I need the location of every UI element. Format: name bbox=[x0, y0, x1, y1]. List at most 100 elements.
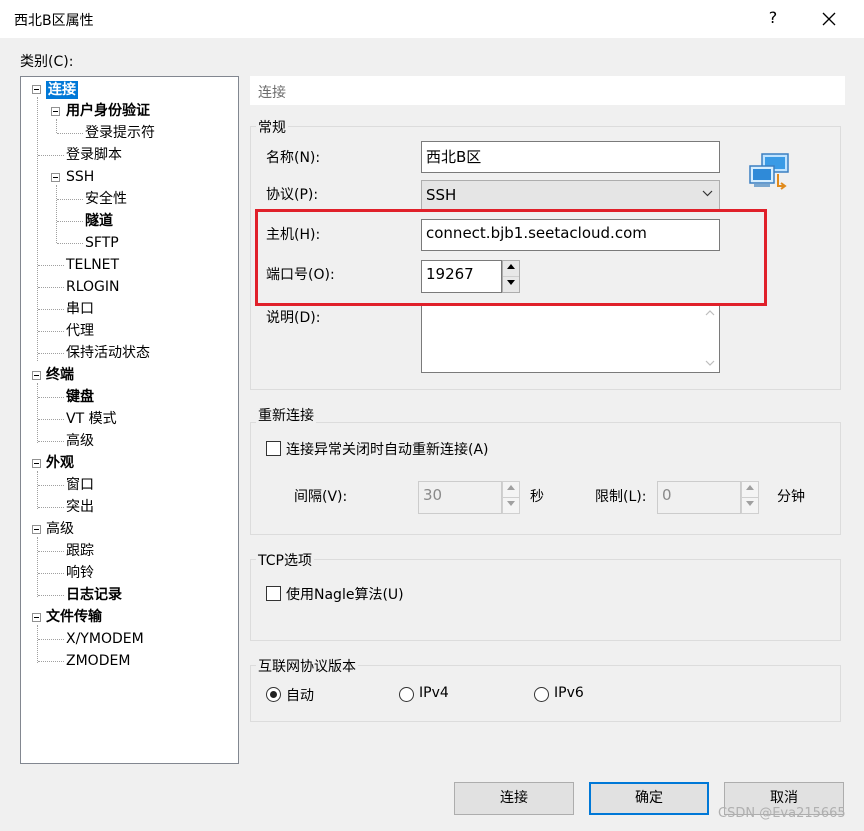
collapse-icon[interactable] bbox=[32, 525, 41, 534]
radio-ipv6[interactable] bbox=[534, 687, 549, 702]
tree-line bbox=[38, 309, 64, 310]
tree-item-bell[interactable]: 响铃 bbox=[66, 564, 94, 582]
tree-item-keyboard[interactable]: 键盘 bbox=[66, 388, 94, 406]
chevron-down-icon bbox=[705, 360, 715, 366]
tree-item-logging[interactable]: 日志记录 bbox=[66, 586, 122, 604]
tree-line bbox=[38, 353, 64, 354]
title-bar: 西北B区属性 ? bbox=[0, 0, 864, 38]
tree-item-appearance[interactable]: 外观 bbox=[46, 454, 74, 472]
tree-line bbox=[38, 265, 64, 266]
auto-reconnect-label: 连接异常关闭时自动重新连接(A) bbox=[286, 442, 489, 458]
collapse-icon[interactable] bbox=[32, 371, 41, 380]
spin-up-button[interactable] bbox=[742, 482, 758, 498]
protocol-label: 协议(P): bbox=[266, 187, 319, 203]
tree-line bbox=[38, 397, 64, 398]
radio-ipv4-label: IPv4 bbox=[419, 685, 449, 701]
tree-line bbox=[37, 383, 38, 443]
tree-item-login-script[interactable]: 登录脚本 bbox=[66, 146, 122, 164]
spin-down-button[interactable] bbox=[742, 498, 758, 514]
tree-item-zmodem[interactable]: ZMODEM bbox=[66, 652, 130, 670]
nagle-label: 使用Nagle算法(U) bbox=[286, 587, 404, 603]
tree-line bbox=[57, 221, 83, 222]
connect-button[interactable]: 连接 bbox=[454, 782, 574, 815]
tree-line bbox=[37, 97, 38, 361]
tree-line bbox=[38, 573, 64, 574]
tree-line bbox=[37, 537, 38, 597]
description-field[interactable] bbox=[421, 303, 720, 373]
tree-item-keepalive[interactable]: 保持活动状态 bbox=[66, 344, 150, 362]
limit-label: 限制(L): bbox=[595, 489, 647, 505]
interval-spinner[interactable] bbox=[502, 481, 520, 514]
tree-item-vt-mode[interactable]: VT 模式 bbox=[66, 410, 117, 428]
tree-line bbox=[37, 471, 38, 509]
caret-up-icon bbox=[746, 485, 754, 490]
network-icon bbox=[748, 152, 792, 196]
interval-field[interactable]: 30 bbox=[418, 481, 502, 514]
annotation-highlight-box bbox=[255, 209, 767, 306]
tree-item-serial[interactable]: 串口 bbox=[66, 300, 94, 318]
tree-item-login-prompts[interactable]: 登录提示符 bbox=[85, 124, 155, 142]
collapse-icon[interactable] bbox=[32, 613, 41, 622]
ok-button[interactable]: 确定 bbox=[589, 782, 709, 815]
help-button[interactable]: ? bbox=[766, 8, 780, 27]
tree-line bbox=[56, 119, 57, 133]
protocol-select[interactable]: SSH bbox=[421, 180, 720, 211]
description-scrollbar[interactable] bbox=[701, 304, 719, 372]
auto-reconnect-checkbox[interactable] bbox=[266, 441, 281, 456]
section-header: 连接 bbox=[250, 76, 845, 105]
window-title: 西北B区属性 bbox=[14, 13, 94, 29]
radio-ipv4[interactable] bbox=[399, 687, 414, 702]
close-button[interactable] bbox=[812, 4, 848, 34]
tree-item-security[interactable]: 安全性 bbox=[85, 190, 127, 208]
tree-line bbox=[38, 485, 64, 486]
spin-up-button[interactable] bbox=[503, 482, 519, 498]
limit-field[interactable]: 0 bbox=[657, 481, 741, 514]
tree-line bbox=[38, 287, 64, 288]
tree-item-ssh[interactable]: SSH bbox=[66, 168, 94, 186]
tree-item-advanced[interactable]: 高级 bbox=[46, 520, 74, 538]
tree-item-xymodem[interactable]: X/YMODEM bbox=[66, 630, 144, 648]
tree-item-tunnel[interactable]: 隧道 bbox=[85, 212, 113, 230]
tree-item-connection[interactable]: 连接 bbox=[46, 81, 78, 99]
tree-item-highlight[interactable]: 突出 bbox=[66, 498, 94, 516]
ip-version-group-title: 互联网协议版本 bbox=[256, 656, 358, 676]
tree-item-sftp[interactable]: SFTP bbox=[85, 234, 119, 252]
tree-line bbox=[38, 661, 64, 662]
protocol-value: SSH bbox=[426, 186, 457, 204]
tree-item-terminal-advanced[interactable]: 高级 bbox=[66, 432, 94, 450]
tree-line bbox=[38, 639, 64, 640]
collapse-icon[interactable] bbox=[32, 85, 41, 94]
category-tree[interactable]: 连接 用户身份验证 登录提示符 登录脚本 SSH 安全性 隧道 SFTP TEL… bbox=[20, 76, 239, 764]
tree-item-telnet[interactable]: TELNET bbox=[66, 256, 119, 274]
tree-item-trace[interactable]: 跟踪 bbox=[66, 542, 94, 560]
tree-line bbox=[38, 507, 64, 508]
tree-item-window[interactable]: 窗口 bbox=[66, 476, 94, 494]
category-label: 类别(C): bbox=[20, 54, 74, 70]
spin-down-button[interactable] bbox=[503, 498, 519, 514]
collapse-icon[interactable] bbox=[51, 173, 60, 182]
watermark: CSDN @Eva215665 bbox=[718, 806, 846, 821]
limit-spinner[interactable] bbox=[741, 481, 759, 514]
tree-item-file-transfer[interactable]: 文件传输 bbox=[46, 608, 102, 626]
collapse-icon[interactable] bbox=[51, 107, 60, 116]
radio-auto[interactable] bbox=[266, 687, 281, 702]
collapse-icon[interactable] bbox=[32, 459, 41, 468]
limit-unit: 分钟 bbox=[777, 489, 805, 505]
tree-line bbox=[37, 625, 38, 663]
tree-line bbox=[56, 185, 57, 243]
tree-line bbox=[57, 199, 83, 200]
tree-item-terminal[interactable]: 终端 bbox=[46, 366, 74, 384]
nagle-checkbox[interactable] bbox=[266, 586, 281, 601]
reconnect-group-title: 重新连接 bbox=[256, 405, 316, 425]
tree-line bbox=[38, 419, 64, 420]
name-field[interactable]: 西北B区 bbox=[421, 141, 720, 173]
tree-item-rlogin[interactable]: RLOGIN bbox=[66, 278, 120, 296]
tree-line bbox=[38, 551, 64, 552]
radio-auto-label: 自动 bbox=[286, 688, 314, 704]
tree-item-proxy[interactable]: 代理 bbox=[66, 322, 94, 340]
chevron-up-icon bbox=[705, 310, 715, 316]
tree-line bbox=[57, 133, 83, 134]
general-group-title: 常规 bbox=[256, 117, 288, 137]
tree-item-auth[interactable]: 用户身份验证 bbox=[66, 102, 150, 120]
tcp-group-title: TCP选项 bbox=[256, 550, 314, 570]
